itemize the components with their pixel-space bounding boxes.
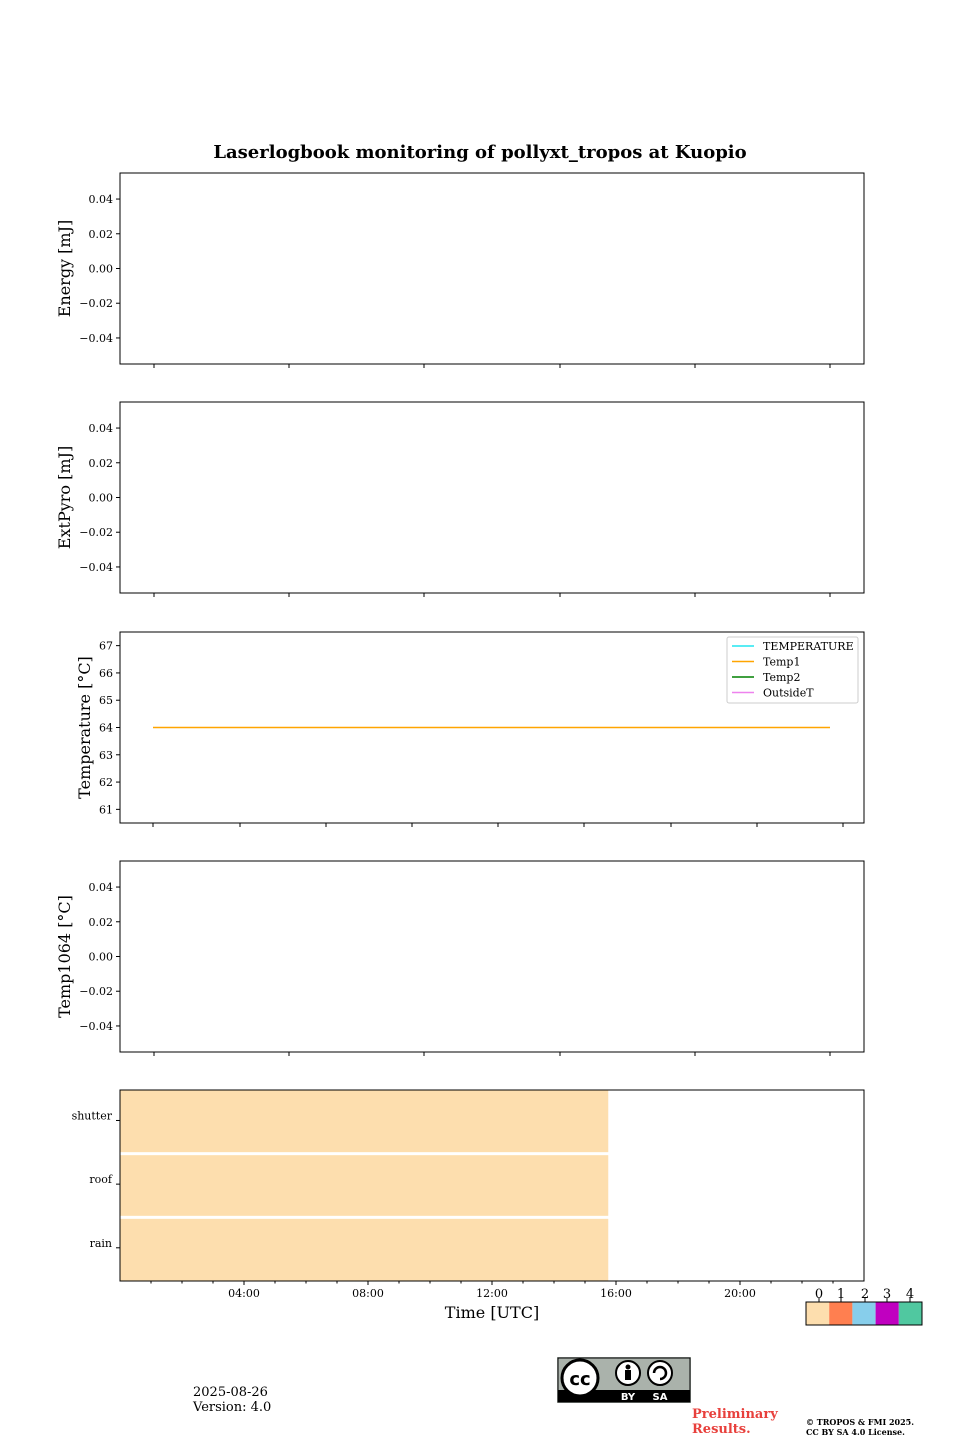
y-tick-label: 0.00 (89, 263, 114, 276)
row-label-shutter: shutter (72, 1109, 113, 1122)
y-tick-label: 0.00 (89, 951, 114, 964)
colorbar-swatch-3 (875, 1302, 899, 1325)
y-tick-label: 0.02 (89, 916, 114, 929)
colorbar-swatch-2 (852, 1302, 876, 1325)
cc-badge-text: cc (569, 1369, 590, 1390)
y-tick-label: 0.04 (89, 422, 114, 435)
y-tick-label: −0.02 (79, 526, 113, 539)
y-tick-label: 0.02 (89, 457, 114, 470)
panel-frame (119, 860, 865, 1053)
x-tick-label: 08:00 (352, 1287, 384, 1300)
copyright-line2: CC BY SA 4.0 License. (806, 1427, 905, 1437)
footer-info: 2025-08-26 Version: 4.0 (193, 1385, 271, 1415)
y-tick-label: 62 (99, 776, 113, 789)
panel-frame (119, 172, 865, 365)
colorbar-label: 1 (837, 1287, 845, 1302)
preliminary-line2: Results. (692, 1422, 751, 1437)
colorbar-swatch-1 (829, 1302, 853, 1325)
copyright-note: © TROPOS & FMI 2025. CC BY SA 4.0 Licens… (806, 1417, 914, 1437)
footer-version: Version: 4.0 (193, 1400, 272, 1415)
row-label-roof: roof (89, 1173, 113, 1186)
panel-5: shutter roof rain 04:00 08:00 12:00 16:00 20:00… (72, 1089, 865, 1322)
flag-cell-shutter (120, 1090, 609, 1153)
y-axis-label: Energy [mJ] (55, 220, 74, 318)
cc-by-sa-badge-icon: cc BY SA (557, 1357, 691, 1403)
flag-cell-roof (120, 1155, 609, 1216)
colorbar-label: 2 (861, 1287, 869, 1302)
y-tick-label: 0.02 (89, 228, 114, 241)
flag-cell-rain (120, 1218, 609, 1281)
x-tick-label: 16:00 (600, 1287, 632, 1300)
y-tick-label: 0.00 (89, 492, 114, 505)
panel-1: 0.04 0.02 0.00 −0.02 −0.04 Energy [mJ] (55, 172, 865, 368)
y-axis-label: Temp1064 [°C] (55, 895, 74, 1018)
colorbar-swatch-0 (806, 1302, 830, 1325)
y-tick-label: 61 (99, 803, 113, 816)
y-axis-label: Temperature [°C] (75, 656, 94, 799)
preliminary-line1: Preliminary (692, 1407, 778, 1422)
panel-2: 0.04 0.02 0.00 −0.02 −0.04 ExtPyro [mJ] (55, 401, 865, 597)
preliminary-note: Preliminary Results. (692, 1407, 778, 1437)
footer-date: 2025-08-26 (193, 1385, 268, 1400)
colorbar-label: 0 (815, 1287, 823, 1302)
y-axis-label: ExtPyro [mJ] (55, 446, 74, 549)
colorbar: 01 234 (805, 1287, 923, 1326)
x-tick-label: 04:00 (228, 1287, 260, 1300)
y-tick-label: 65 (99, 694, 113, 707)
panel-frame (119, 401, 865, 594)
y-tick-label: 64 (99, 722, 113, 735)
colorbar-swatch-4 (898, 1302, 922, 1325)
y-tick-label: −0.02 (79, 297, 113, 310)
y-tick-label: 0.04 (89, 193, 114, 206)
y-tick-label: 0.04 (89, 881, 114, 894)
colorbar-label: 3 (883, 1287, 891, 1302)
legend: TEMPERATURE Temp1 Temp2 OutsideT (726, 636, 859, 704)
legend-entry: OutsideT (763, 687, 814, 700)
x-tick-label: 20:00 (724, 1287, 756, 1300)
y-tick-label: −0.04 (79, 332, 113, 345)
legend-entry: Temp1 (763, 656, 800, 669)
row-label-rain: rain (90, 1237, 112, 1250)
panel-4: 0.04 0.02 0.00 −0.02 −0.04 Temp1064 [°C] (55, 860, 865, 1056)
y-tick-label: 63 (99, 749, 113, 762)
y-tick-label: 67 (99, 640, 113, 653)
x-axis-label: Time [UTC] (445, 1303, 539, 1322)
panel-3: 67 66 65 64 63 62 61 Temperature [°C] TEMPERATUR… (75, 631, 865, 827)
y-tick-label: 66 (99, 667, 113, 680)
x-tick-label: 12:00 (476, 1287, 508, 1300)
copyright-line1: © TROPOS & FMI 2025. (806, 1417, 915, 1427)
y-tick-label: −0.04 (79, 561, 113, 574)
y-tick-label: −0.04 (79, 1020, 113, 1033)
colorbar-label: 4 (906, 1287, 914, 1302)
cc-badge-sa: SA (653, 1392, 668, 1403)
figure: Laserlogbook monitoring of pollyxt_tropo… (55, 142, 923, 1326)
y-tick-label: −0.02 (79, 985, 113, 998)
chart-title: Laserlogbook monitoring of pollyxt_tropo… (213, 142, 746, 163)
legend-entry: Temp2 (763, 671, 800, 684)
legend-entry: TEMPERATURE (763, 640, 854, 653)
cc-badge-by: BY (621, 1392, 636, 1403)
